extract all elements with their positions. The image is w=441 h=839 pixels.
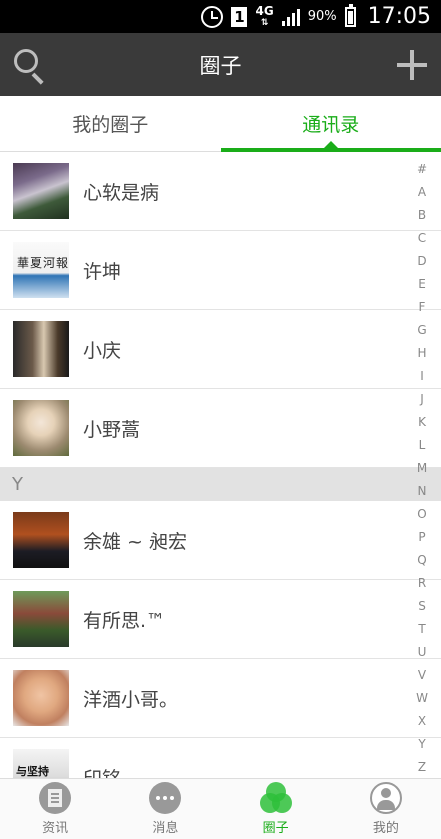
list-item[interactable]: 小野蒿 [0, 389, 441, 468]
index-letter[interactable]: W [416, 691, 428, 705]
index-letter[interactable]: H [417, 346, 426, 360]
nav-label: 我的 [372, 821, 399, 836]
sim-icon: 1 [231, 6, 248, 27]
circle-icon [259, 782, 292, 814]
nav-profile[interactable]: 我的 [331, 779, 441, 839]
signal-icon [281, 8, 300, 26]
index-letter[interactable]: A [418, 185, 426, 199]
alarm-icon [201, 5, 224, 28]
nav-messages[interactable]: 消息 [110, 779, 220, 839]
contact-name: 印铭 [83, 764, 121, 779]
page-title: 圈子 [199, 53, 242, 78]
contact-list[interactable]: 心软是病 華夏河報 许坤 小庆 小野蒿 Y 余雄 ~ 昶宏 有所思.™ 洋酒小哥… [0, 152, 441, 778]
avatar [13, 591, 69, 647]
news-icon [39, 782, 72, 814]
index-letter[interactable]: M [417, 461, 427, 475]
list-item[interactable]: 小庆 [0, 310, 441, 389]
avatar [13, 163, 69, 219]
contact-name: 许坤 [83, 260, 122, 283]
avatar [13, 400, 69, 456]
nav-circles[interactable]: 圈子 [221, 779, 331, 839]
index-letter[interactable]: F [419, 300, 426, 314]
index-letter[interactable]: U [418, 645, 427, 659]
nav-label: 资讯 [42, 821, 69, 836]
avatar: 華夏河報 [13, 242, 69, 298]
index-letter[interactable]: N [418, 484, 427, 498]
index-letter[interactable]: I [420, 369, 424, 383]
tab-label: 通讯录 [302, 114, 360, 136]
message-icon [149, 782, 182, 814]
index-letter[interactable]: T [418, 622, 425, 636]
status-bar: 1 4G ⇅ 90% 17:05 [0, 0, 441, 33]
list-item[interactable]: 有所思.™ [0, 580, 441, 659]
avatar [13, 670, 69, 726]
bottom-nav: 资讯 消息 圈子 我的 [0, 778, 441, 839]
tab-label: 我的圈子 [72, 114, 149, 136]
title-bar: 圈子 [0, 33, 441, 96]
list-item[interactable]: 心软是病 [0, 152, 441, 231]
alphabet-index[interactable]: # A B C D E F G H I J K L M N O P Q R S T U V W X Y Z [407, 158, 437, 778]
network-type: 4G [255, 3, 274, 18]
avatar [13, 512, 69, 568]
index-letter[interactable]: V [418, 668, 426, 682]
section-header: Y [0, 468, 441, 501]
battery-level: 90% [307, 9, 337, 24]
list-item[interactable]: 余雄 ~ 昶宏 [0, 501, 441, 580]
tab-indicator-caret [323, 141, 338, 148]
index-letter[interactable]: L [419, 438, 426, 452]
nav-label: 消息 [152, 821, 179, 836]
contact-name: 有所思.™ [83, 609, 166, 632]
index-letter[interactable]: # [417, 162, 427, 176]
tab-contacts[interactable]: 通讯录 [220, 96, 441, 152]
contact-name: 小庆 [83, 339, 122, 362]
nav-label: 圈子 [262, 821, 289, 836]
list-item[interactable]: 洋酒小哥。 [0, 659, 441, 738]
avatar-text: 華夏河報 [17, 256, 70, 270]
network-icon: 4G ⇅ [255, 3, 274, 28]
index-letter[interactable]: X [418, 714, 426, 728]
index-letter[interactable]: G [417, 323, 426, 337]
avatar: 与坚持 [13, 749, 69, 778]
index-letter[interactable]: K [418, 415, 426, 429]
plus-icon[interactable] [397, 50, 427, 80]
tab-my-circles[interactable]: 我的圈子 [0, 96, 221, 151]
tab-bar: 我的圈子 通讯录 [0, 96, 441, 152]
contact-name: 小野蒿 [83, 418, 141, 441]
index-letter[interactable]: C [418, 231, 426, 245]
index-letter[interactable]: J [420, 392, 424, 406]
index-letter[interactable]: S [418, 599, 426, 613]
index-letter[interactable]: B [418, 208, 426, 222]
index-letter[interactable]: Q [417, 553, 426, 567]
avatar-text: 与坚持 [16, 765, 49, 778]
search-icon[interactable] [14, 49, 46, 85]
list-item[interactable]: 与坚持 印铭 [0, 738, 441, 778]
index-letter[interactable]: Z [418, 760, 426, 774]
contact-name: 余雄 ~ 昶宏 [83, 530, 187, 553]
contact-name: 心软是病 [83, 181, 160, 204]
battery-icon [344, 3, 356, 27]
list-item[interactable]: 華夏河報 许坤 [0, 231, 441, 310]
index-letter[interactable]: P [418, 530, 425, 544]
clock: 17:05 [367, 4, 431, 29]
index-letter[interactable]: D [417, 254, 426, 268]
profile-icon [369, 782, 402, 814]
index-letter[interactable]: R [418, 576, 426, 590]
index-letter[interactable]: Y [418, 737, 425, 751]
index-letter[interactable]: O [417, 507, 426, 521]
contact-name: 洋酒小哥。 [83, 688, 179, 711]
nav-news[interactable]: 资讯 [0, 779, 110, 839]
index-letter[interactable]: E [418, 277, 426, 291]
avatar [13, 321, 69, 377]
